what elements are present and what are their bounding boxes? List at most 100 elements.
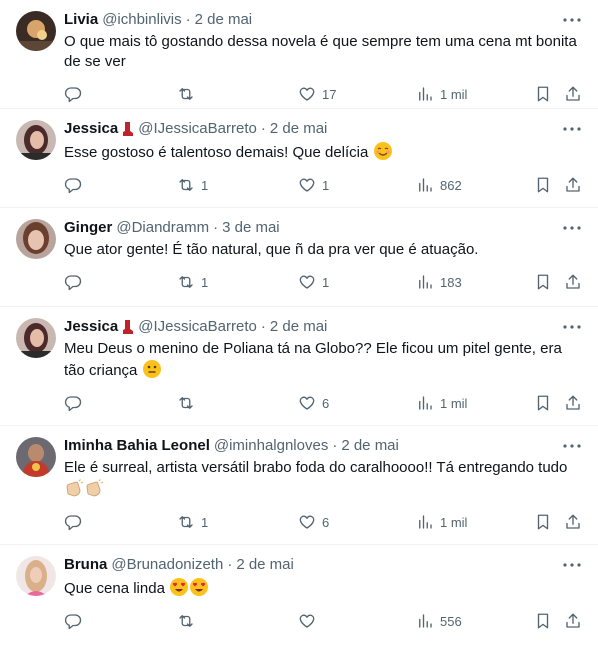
tweet[interactable]: Livia @ichbinlivis · 2 de mai O que mais…: [0, 0, 598, 109]
author-handle[interactable]: @IJessicaBarreto: [138, 317, 257, 337]
author-name[interactable]: Jessica: [64, 317, 118, 337]
more-button[interactable]: [562, 10, 582, 30]
like-button[interactable]: 17: [298, 84, 336, 104]
views-button[interactable]: 1 mil: [416, 512, 467, 532]
avatar[interactable]: [16, 11, 56, 51]
tweet-date[interactable]: 3 de mai: [222, 218, 280, 238]
avatar[interactable]: [16, 120, 56, 160]
reply-button[interactable]: [64, 175, 88, 195]
views-button[interactable]: 862: [416, 175, 462, 195]
retweet-button[interactable]: [177, 611, 201, 631]
retweet-icon: [179, 88, 193, 100]
views-button[interactable]: 556: [416, 611, 462, 631]
reply-icon: [64, 396, 82, 412]
share-icon: [566, 395, 580, 410]
views-icon: [419, 178, 432, 192]
tweet-date[interactable]: 2 de mai: [341, 436, 399, 456]
author-handle[interactable]: @Diandramm: [116, 218, 209, 238]
bookmark-button[interactable]: [534, 512, 552, 532]
bookmark-button[interactable]: [534, 84, 552, 104]
author-handle[interactable]: @ichbinlivis: [102, 10, 181, 30]
retweet-button[interactable]: [177, 393, 201, 413]
like-button[interactable]: 1: [298, 175, 329, 195]
tweet-date[interactable]: 2 de mai: [270, 119, 328, 139]
tweet-date[interactable]: 2 de mai: [270, 317, 328, 337]
views-button[interactable]: 1 mil: [416, 84, 467, 104]
more-button[interactable]: [562, 436, 582, 456]
share-button[interactable]: [564, 393, 582, 413]
tweet[interactable]: Jessica @IJessicaBarreto · 2 de mai Meu …: [0, 307, 598, 426]
bookmark-button[interactable]: [534, 272, 552, 292]
reply-button[interactable]: [64, 611, 88, 631]
retweet-icon: [179, 516, 193, 528]
avatar[interactable]: [16, 318, 56, 358]
bookmark-button[interactable]: [534, 175, 552, 195]
retweet-button[interactable]: [177, 84, 201, 104]
bookmark-button[interactable]: [534, 393, 552, 413]
reply-button[interactable]: [64, 512, 88, 532]
retweet-icon: [179, 615, 193, 627]
reply-button[interactable]: [64, 393, 88, 413]
author-handle[interactable]: @IJessicaBarreto: [138, 119, 257, 139]
views-button[interactable]: 1 mil: [416, 393, 467, 413]
like-button[interactable]: 6: [298, 393, 329, 413]
heart-eyes-emoji: [169, 577, 189, 597]
more-button[interactable]: [562, 555, 582, 575]
like-icon: [299, 614, 315, 628]
more-icon: [563, 127, 581, 131]
tweet[interactable]: Ginger @Diandramm · 3 de mai Que ator ge…: [0, 208, 598, 307]
tweet-text: Ele é surreal, artista versátil brabo fo…: [64, 458, 582, 500]
retweet-button[interactable]: 1: [177, 512, 208, 532]
like-button[interactable]: 6: [298, 512, 329, 532]
tweet-date[interactable]: 2 de mai: [236, 555, 294, 575]
avatar[interactable]: [16, 556, 56, 596]
author-handle[interactable]: @iminhalgnloves: [214, 436, 328, 456]
reply-feed: Livia @ichbinlivis · 2 de mai O que mais…: [0, 0, 598, 644]
more-icon: [563, 226, 581, 230]
views-icon: [419, 614, 432, 628]
clapping-hands-emoji: [84, 478, 104, 498]
retweet-icon: [179, 276, 193, 288]
tweet-actions: 1 6 1 mil: [64, 512, 582, 546]
author-name[interactable]: Bruna: [64, 555, 107, 575]
more-button[interactable]: [562, 218, 582, 238]
avatar[interactable]: [16, 219, 56, 259]
bookmark-icon: [537, 86, 549, 102]
tweet-date[interactable]: 2 de mai: [195, 10, 253, 30]
bookmark-button[interactable]: [534, 611, 552, 631]
tweet[interactable]: Bruna @Brunadonizeth · 2 de mai Que cena…: [0, 545, 598, 644]
boot-badge-icon: [122, 121, 134, 137]
like-button[interactable]: [298, 611, 322, 631]
tweet-actions: 1 1 862: [64, 175, 582, 209]
author-name[interactable]: Iminha Bahia Leonel: [64, 436, 210, 456]
share-button[interactable]: [564, 272, 582, 292]
retweet-button[interactable]: 1: [177, 175, 208, 195]
clapping-hands-emoji: [64, 478, 84, 498]
share-button[interactable]: [564, 84, 582, 104]
share-button[interactable]: [564, 512, 582, 532]
avatar[interactable]: [16, 437, 56, 477]
tweet-actions: 1 1 183: [64, 272, 582, 306]
tweet[interactable]: Iminha Bahia Leonel @iminhalgnloves · 2 …: [0, 426, 598, 545]
more-button[interactable]: [562, 119, 582, 139]
share-button[interactable]: [564, 611, 582, 631]
more-icon: [563, 563, 581, 567]
smiling-face-emoji: [373, 141, 393, 161]
author-name[interactable]: Jessica: [64, 119, 118, 139]
retweet-button[interactable]: 1: [177, 272, 208, 292]
author-handle[interactable]: @Brunadonizeth: [111, 555, 223, 575]
views-icon: [419, 515, 432, 529]
views-icon: [419, 87, 432, 101]
reply-button[interactable]: [64, 84, 88, 104]
tweet-actions: 556: [64, 611, 582, 645]
tweet[interactable]: Jessica @IJessicaBarreto · 2 de mai Esse…: [0, 109, 598, 208]
reply-button[interactable]: [64, 272, 88, 292]
like-button[interactable]: 1: [298, 272, 329, 292]
views-button[interactable]: 183: [416, 272, 462, 292]
share-button[interactable]: [564, 175, 582, 195]
author-name[interactable]: Livia: [64, 10, 98, 30]
bookmark-icon: [537, 514, 549, 530]
more-button[interactable]: [562, 317, 582, 337]
share-icon: [566, 177, 580, 192]
author-name[interactable]: Ginger: [64, 218, 112, 238]
